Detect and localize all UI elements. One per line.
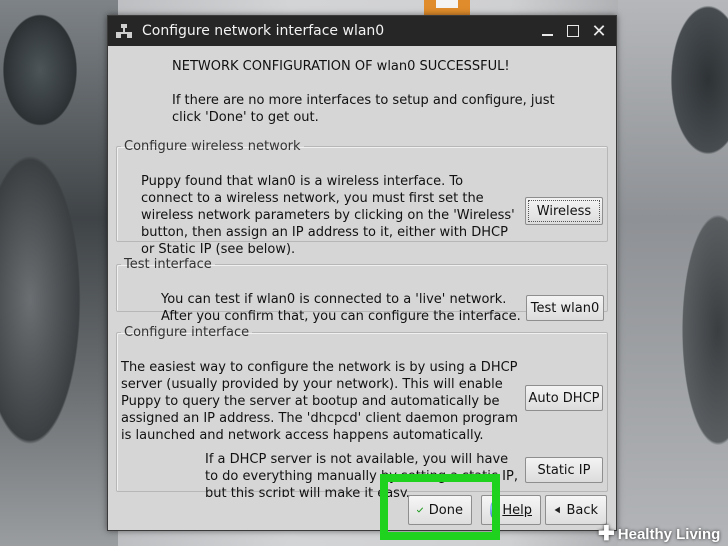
auto-dhcp-button[interactable]: Auto DHCP bbox=[525, 385, 603, 411]
maximize-icon[interactable] bbox=[560, 19, 586, 43]
instructions-text: If there are no more interfaces to setup… bbox=[172, 93, 555, 125]
wireless-section-legend: Configure wireless network bbox=[124, 139, 301, 154]
back-button[interactable]: Back bbox=[545, 495, 607, 525]
wireless-section: Configure wireless network Puppy found t… bbox=[116, 138, 608, 257]
watermark-text: Healthy Living bbox=[617, 525, 721, 543]
test-description: You can test if wlan0 is connected to a … bbox=[161, 292, 521, 324]
success-message: NETWORK CONFIGURATION OF wlan0 SUCCESSFU… bbox=[172, 59, 510, 74]
network-icon bbox=[116, 24, 132, 38]
close-icon[interactable]: ✕ bbox=[586, 19, 612, 43]
watermark: ✚ Healthy Living bbox=[598, 522, 728, 546]
wireless-description: Puppy found that wlan0 is a wireless int… bbox=[141, 174, 515, 257]
taskbar-tab[interactable] bbox=[424, 0, 470, 16]
done-highlight-box bbox=[380, 474, 500, 540]
configure-interface-section: Configure interface The easiest way to c… bbox=[116, 324, 608, 497]
minimize-icon[interactable] bbox=[534, 19, 560, 43]
desktop-wallpaper-right bbox=[618, 0, 728, 546]
window-content: NETWORK CONFIGURATION OF wlan0 SUCCESSFU… bbox=[108, 46, 616, 530]
static-ip-button[interactable]: Static IP bbox=[525, 457, 603, 483]
back-arrow-icon bbox=[554, 506, 560, 514]
desktop-wallpaper-left bbox=[0, 0, 118, 546]
window-title: Configure network interface wlan0 bbox=[142, 23, 385, 39]
plus-icon: ✚ bbox=[598, 523, 615, 545]
back-label: Back bbox=[566, 502, 598, 518]
wireless-button[interactable]: Wireless bbox=[525, 197, 603, 225]
help-label: Help bbox=[502, 502, 532, 518]
test-wlan0-button[interactable]: Test wlan0 bbox=[526, 295, 604, 321]
dhcp-description: The easiest way to configure the network… bbox=[121, 360, 518, 443]
window-titlebar[interactable]: Configure network interface wlan0 ✕ bbox=[108, 16, 616, 46]
configure-section-legend: Configure interface bbox=[124, 325, 250, 340]
test-interface-section: Test interface You can test if wlan0 is … bbox=[116, 256, 608, 324]
network-config-window: Configure network interface wlan0 ✕ NETW… bbox=[107, 15, 617, 531]
test-section-legend: Test interface bbox=[124, 257, 212, 272]
